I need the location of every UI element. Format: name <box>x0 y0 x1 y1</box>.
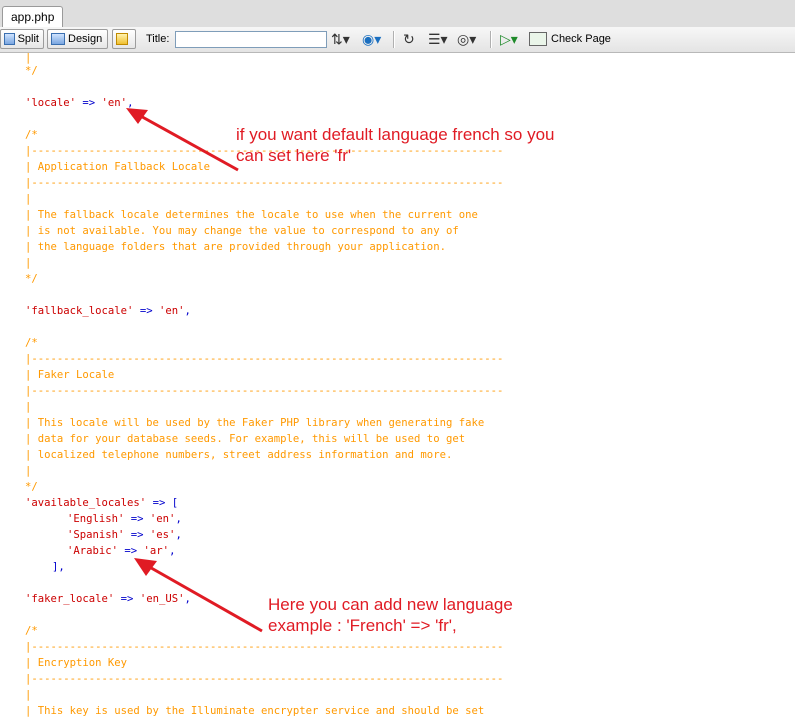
arrow-to-arabic <box>134 558 263 633</box>
annotation-arrows <box>126 108 263 633</box>
arrow-to-locale <box>126 108 239 172</box>
